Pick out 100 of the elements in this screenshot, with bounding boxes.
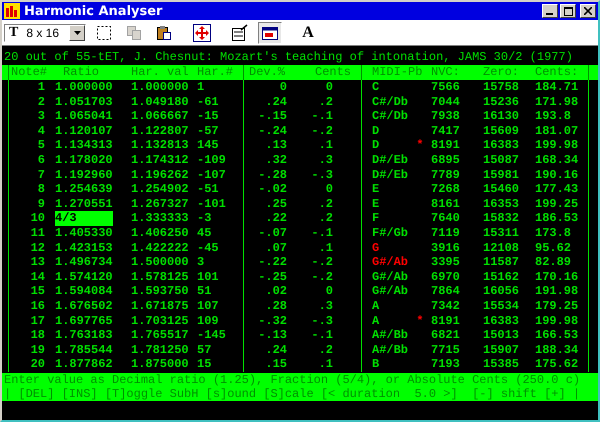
table-cell: A <box>372 314 380 328</box>
table-cell-text: 15832 <box>482 211 520 226</box>
column-header: Har.# <box>196 65 234 80</box>
table-cell: 199.25 <box>529 196 589 212</box>
table-cell-text: 7789 <box>430 168 461 182</box>
table-cell: -.3 <box>311 168 333 182</box>
table-cell: -.22 <box>258 255 287 270</box>
table-cell-text: 1.122807 <box>130 124 190 138</box>
maximize-button[interactable] <box>560 4 576 18</box>
table-cell: 1.496734 <box>55 255 113 270</box>
table-cell-text: 1.422222 <box>130 240 190 256</box>
table-cell-text: 1.333333 <box>130 211 190 226</box>
table-cell-text: 16056 <box>482 284 520 299</box>
table-cell-text: 15013 <box>482 328 520 343</box>
column-header: NVC: <box>430 65 461 80</box>
table-cell: D#/Eb <box>372 152 408 167</box>
table-cell: .2 <box>318 94 333 109</box>
table-cell: 1.877862 <box>55 357 113 372</box>
table-cell: F#/Gb <box>372 226 408 240</box>
close-button[interactable] <box>580 4 596 18</box>
table-cell: E <box>372 182 380 196</box>
table-cell: 0 <box>326 284 333 298</box>
table-cell: D <box>372 124 380 138</box>
column-header: Cents <box>314 65 352 80</box>
table-cell: 1.134313 <box>55 138 113 152</box>
table-cell-text: -101 <box>196 196 227 212</box>
table-cell-text: 16383 <box>482 314 520 328</box>
table-cell-text: 15311 <box>482 226 520 241</box>
table-cell: 175.62 <box>529 357 589 372</box>
table-cell-text: 16383 <box>482 138 520 153</box>
table-cell-text: -3 <box>196 211 212 226</box>
table-cell: .22 <box>265 211 287 226</box>
table-cell-text: 7640 <box>430 211 461 226</box>
table-cell-text: 1.049180 <box>130 94 190 110</box>
table-cell: -.1 <box>311 109 333 124</box>
input-hint: Enter value as Decimal ratio (1.25), Fraction (5/4), or Absolute Cents (250.0 c) <box>4 372 582 387</box>
table-cell: .24 <box>265 94 287 109</box>
ratio-input-field[interactable]: 4/3 <box>55 211 113 226</box>
window-title: Harmonic Analyser <box>24 4 164 18</box>
table-cell-text: 15609 <box>482 124 520 138</box>
table-cell-text: 15087 <box>482 152 520 168</box>
minimize-button[interactable] <box>542 4 558 18</box>
table-cell: 171.98 <box>529 94 589 110</box>
table-cell: -.24 <box>258 124 287 138</box>
table-cell-text: 1.500000 <box>130 255 190 270</box>
table-cell-text: 8 <box>36 182 45 197</box>
table-cell: 184.71 <box>529 80 589 95</box>
table-cell-text: 6970 <box>430 270 461 284</box>
table-cell-text: 15 <box>30 284 45 299</box>
table-cell-text: 4 <box>36 124 45 138</box>
table-cell: 1.270551 <box>55 196 113 211</box>
table-cell-text: 14 <box>30 270 45 284</box>
table-cell-text: 15758 <box>482 80 520 95</box>
key-help-line: | [DEL] [INS] [T]oggle SubH [s]ound [S]cale [< duration 5.0 >] [-] shift [+] | <box>4 386 582 401</box>
window-button[interactable] <box>258 22 282 44</box>
table-cell-text: 7342 <box>430 298 461 314</box>
table-cell-text: 12108 <box>482 240 520 256</box>
table-cell: 191.98 <box>529 284 589 299</box>
table-cell-text: 1.781250 <box>130 342 190 358</box>
table-cell-text: -45 <box>196 240 220 256</box>
table-cell-text: 19 <box>30 342 45 358</box>
table-cell-text: 1.196262 <box>130 168 190 182</box>
table-cell: C#/Db <box>372 94 408 109</box>
table-cell: 1.697765 <box>55 314 113 328</box>
table-cell-text: 45 <box>196 226 212 241</box>
table-cell: -.1 <box>311 226 333 240</box>
table-cell-text: 16130 <box>482 109 520 124</box>
table-cell-text: 12 <box>30 240 45 256</box>
table-cell: A <box>372 298 380 313</box>
table-cell-text: 107 <box>196 298 220 314</box>
table-cell: 95.62 <box>529 240 589 256</box>
table-cell-text: 16 <box>30 298 45 314</box>
table-cell: 0 <box>326 80 333 94</box>
arrows-button[interactable] <box>190 22 214 44</box>
table-cell-text: 5 <box>36 138 45 153</box>
table-cell: .2 <box>318 211 333 226</box>
table-cell: -.07 <box>258 226 287 240</box>
table-cell-text: 17 <box>30 314 45 328</box>
table-cell: F <box>372 211 380 226</box>
table-cell: G <box>372 240 380 255</box>
table-cell-text: 1 <box>36 80 45 95</box>
table-cell: -.15 <box>258 109 287 124</box>
table-cell: -.32 <box>258 314 287 328</box>
table-cell-text: 10 <box>30 211 45 226</box>
clipboard-icon <box>156 24 172 40</box>
table-cell-text: 145 <box>196 138 220 153</box>
table-cell: 1.405330 <box>55 226 113 240</box>
table-cell-text: -61 <box>196 94 220 110</box>
table-cell-text: 1.174312 <box>130 152 190 168</box>
table-cell-text: 7268 <box>430 182 461 197</box>
table-cell-text: 15385 <box>482 357 520 372</box>
app-icon <box>4 3 20 19</box>
table-cell-text: 7566 <box>430 80 461 95</box>
font-size-dropdown[interactable]: T 8 x 16 <box>4 24 86 42</box>
table-cell-text: 1.671875 <box>130 298 190 314</box>
table-cell-text: 13 <box>30 255 45 270</box>
table-cell: .24 <box>265 342 287 357</box>
column-header: Har. val <box>130 65 190 80</box>
table-cell-text: 8161 <box>430 196 461 212</box>
table-cell: 199.98 <box>529 314 589 328</box>
